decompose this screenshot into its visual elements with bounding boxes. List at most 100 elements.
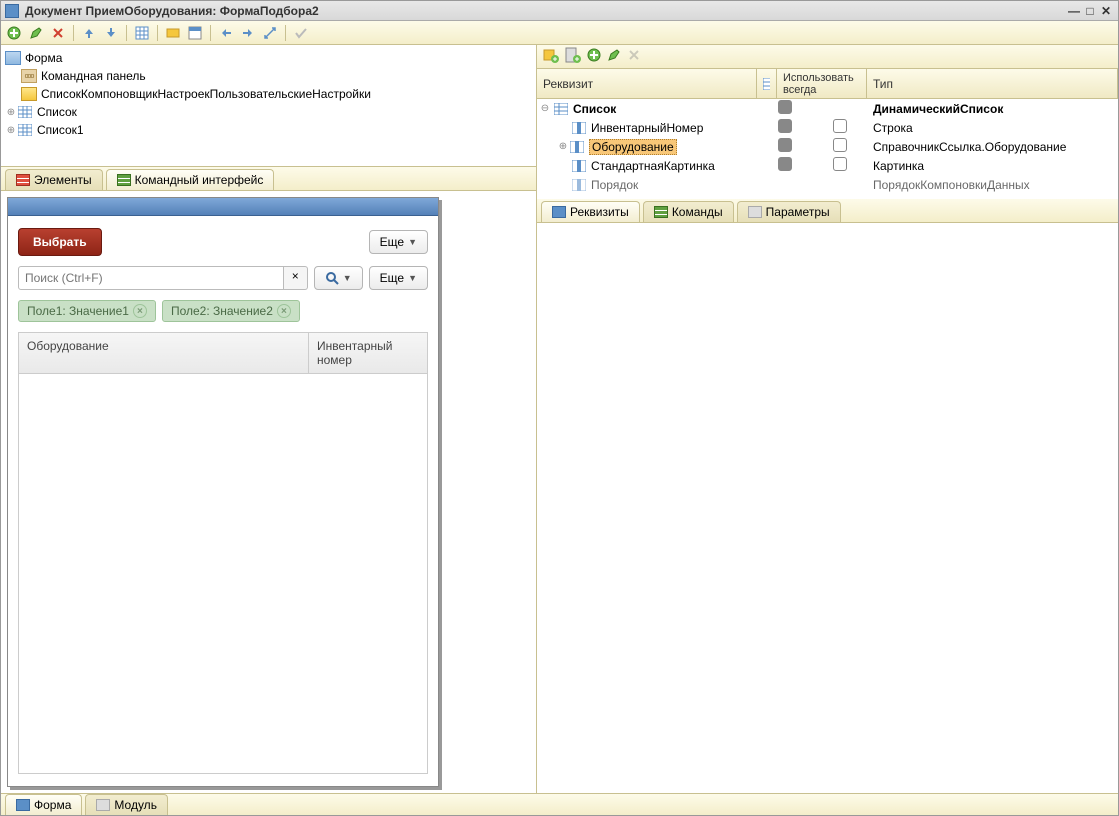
tab-form[interactable]: Форма [5, 794, 82, 815]
edit-icon[interactable] [27, 24, 45, 42]
delete-icon[interactable] [49, 24, 67, 42]
delete-icon[interactable] [627, 48, 641, 65]
form-icon [16, 799, 30, 811]
tree-root[interactable]: Форма [3, 49, 534, 67]
panel2-icon[interactable] [186, 24, 204, 42]
grid-icon[interactable] [133, 24, 151, 42]
more-button[interactable]: Еще▼ [369, 230, 428, 254]
select-button[interactable]: Выбрать [18, 228, 102, 256]
tree-label: Список1 [37, 123, 84, 137]
filter-chip[interactable]: Поле1: Значение1 × [18, 300, 156, 322]
search-icon [325, 271, 339, 285]
remove-filter-icon[interactable]: × [277, 304, 291, 318]
expand-icon[interactable]: ⊕ [557, 141, 569, 152]
preview-table[interactable]: Оборудование Инвентарный номер [18, 332, 428, 774]
column-header[interactable]: Тип [867, 69, 1118, 98]
form-icon [5, 4, 19, 18]
tree-item[interactable]: СписокКомпоновщикНастроекПользовательски… [3, 85, 534, 103]
column-header[interactable]: Реквизит [537, 69, 757, 98]
bottom-tabstrip: Форма Модуль [1, 793, 1118, 815]
form-preview: Выбрать Еще▼ × ▼ Еще▼ Поле1: Значение1 × [1, 191, 536, 793]
remove-filter-icon[interactable]: × [133, 304, 147, 318]
search-button[interactable]: ▼ [314, 266, 363, 290]
tab-label: Модуль [114, 798, 157, 812]
search-input-group: × [18, 266, 308, 290]
folder-icon [21, 87, 37, 101]
column-icon [571, 159, 587, 173]
more-button-2[interactable]: Еще▼ [369, 266, 428, 290]
tree-label: СписокКомпоновщикНастроекПользовательски… [41, 87, 371, 101]
column-icon [571, 178, 587, 192]
checkbox[interactable] [778, 119, 792, 133]
checkbox[interactable] [833, 157, 847, 171]
expand-icon[interactable]: ⊕ [5, 125, 17, 136]
checkbox[interactable] [778, 138, 792, 152]
attributes-icon [552, 206, 566, 218]
row-type: СправочникСсылка.Оборудование [867, 140, 1118, 154]
column-header[interactable]: Оборудование [19, 333, 309, 373]
right-panel: Реквизит Использовать всегда Тип ⊖ Список… [537, 45, 1118, 793]
maximize-button[interactable]: □ [1082, 4, 1098, 18]
table-icon [553, 102, 569, 116]
grid-row[interactable]: СтандартнаяКартинка Картинка [537, 156, 1118, 175]
grid-row[interactable]: ⊕Оборудование СправочникСсылка.Оборудова… [537, 137, 1118, 156]
grid-row[interactable]: ⊖Список ДинамическийСписок [537, 99, 1118, 118]
window-title: Документ ПриемОборудования: ФормаПодбора… [25, 4, 1066, 18]
panel1-icon[interactable] [164, 24, 182, 42]
grid-row[interactable]: ИнвентарныйНомер Строка [537, 118, 1118, 137]
row-label: Порядок [591, 178, 638, 192]
parameters-icon [748, 206, 762, 218]
attributes-grid[interactable]: ⊖Список ДинамическийСписок ИнвентарныйНо… [537, 99, 1118, 199]
elements-tree[interactable]: Форма ooo Командная панель СписокКомпоно… [1, 45, 536, 167]
minimize-button[interactable]: — [1066, 4, 1082, 18]
tree-item[interactable]: ooo Командная панель [3, 67, 534, 85]
tree-item[interactable]: ⊕ Список [3, 103, 534, 121]
tab-module[interactable]: Модуль [85, 794, 168, 815]
column-header[interactable]: Инвентарный номер [309, 333, 427, 373]
tab-label: Реквизиты [570, 205, 629, 219]
edit-icon[interactable] [607, 48, 621, 65]
button-label: Еще [380, 271, 404, 285]
tab-attributes[interactable]: Реквизиты [541, 201, 640, 222]
redo-icon[interactable] [239, 24, 257, 42]
titlebar: Документ ПриемОборудования: ФормаПодбора… [1, 1, 1118, 21]
check-icon[interactable] [292, 24, 310, 42]
preview-titlebar [8, 198, 438, 216]
tab-command-interface[interactable]: Командный интерфейс [106, 169, 275, 190]
left-panel: Форма ooo Командная панель СписокКомпоно… [1, 45, 537, 793]
column-header-icon[interactable] [757, 69, 777, 98]
cmdif-icon [117, 174, 131, 186]
undo-icon[interactable] [217, 24, 235, 42]
close-button[interactable]: ✕ [1098, 4, 1114, 18]
filter-label: Поле1: Значение1 [27, 304, 129, 318]
group-add-icon[interactable] [543, 47, 559, 66]
add-icon[interactable] [5, 24, 23, 42]
table-body[interactable] [19, 374, 427, 773]
filter-chip[interactable]: Поле2: Значение2× [162, 300, 300, 322]
tab-parameters[interactable]: Параметры [737, 201, 841, 222]
add-icon[interactable] [587, 48, 601, 65]
tab-elements[interactable]: Элементы [5, 169, 103, 190]
row-label: Список [573, 102, 616, 116]
tree-label: Форма [25, 51, 62, 65]
row-type: Картинка [867, 159, 1118, 173]
checkbox[interactable] [778, 157, 792, 171]
collapse-icon[interactable]: ⊖ [539, 103, 551, 114]
moveup-icon[interactable] [80, 24, 98, 42]
checkbox[interactable] [833, 138, 847, 152]
tab-commands[interactable]: Команды [643, 201, 734, 222]
checkbox[interactable] [778, 100, 792, 114]
column-header[interactable]: Использовать всегда [777, 69, 867, 98]
clear-search-button[interactable]: × [284, 266, 308, 290]
column-add-icon[interactable] [565, 47, 581, 66]
grid-row[interactable]: Порядок ПорядокКомпоновкиДанных [537, 175, 1118, 194]
expand-icon[interactable]: ⊕ [5, 107, 17, 118]
right-tabstrip: Реквизиты Команды Параметры [537, 199, 1118, 223]
checkbox[interactable] [833, 119, 847, 133]
search-input[interactable] [18, 266, 284, 290]
expand-icon[interactable] [261, 24, 279, 42]
movedown-icon[interactable] [102, 24, 120, 42]
commands-icon [654, 206, 668, 218]
tree-item[interactable]: ⊕ Список1 [3, 121, 534, 139]
module-icon [96, 799, 110, 811]
